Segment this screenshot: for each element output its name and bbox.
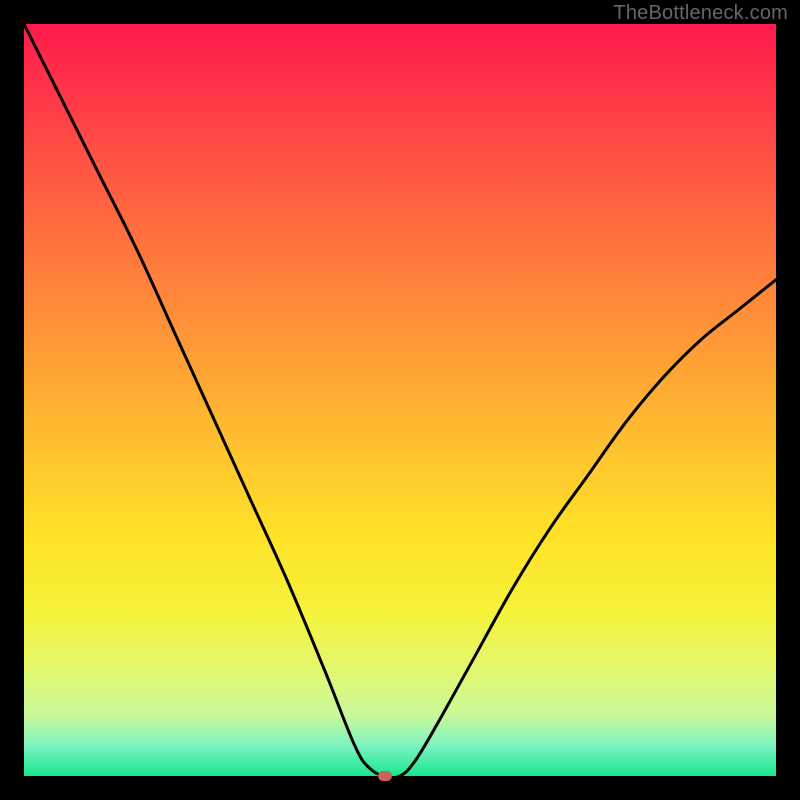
optimum-marker — [378, 771, 392, 781]
plot-area — [24, 24, 776, 776]
chart-frame: TheBottleneck.com — [0, 0, 800, 800]
bottleneck-curve — [24, 24, 776, 776]
watermark-text: TheBottleneck.com — [613, 2, 788, 25]
